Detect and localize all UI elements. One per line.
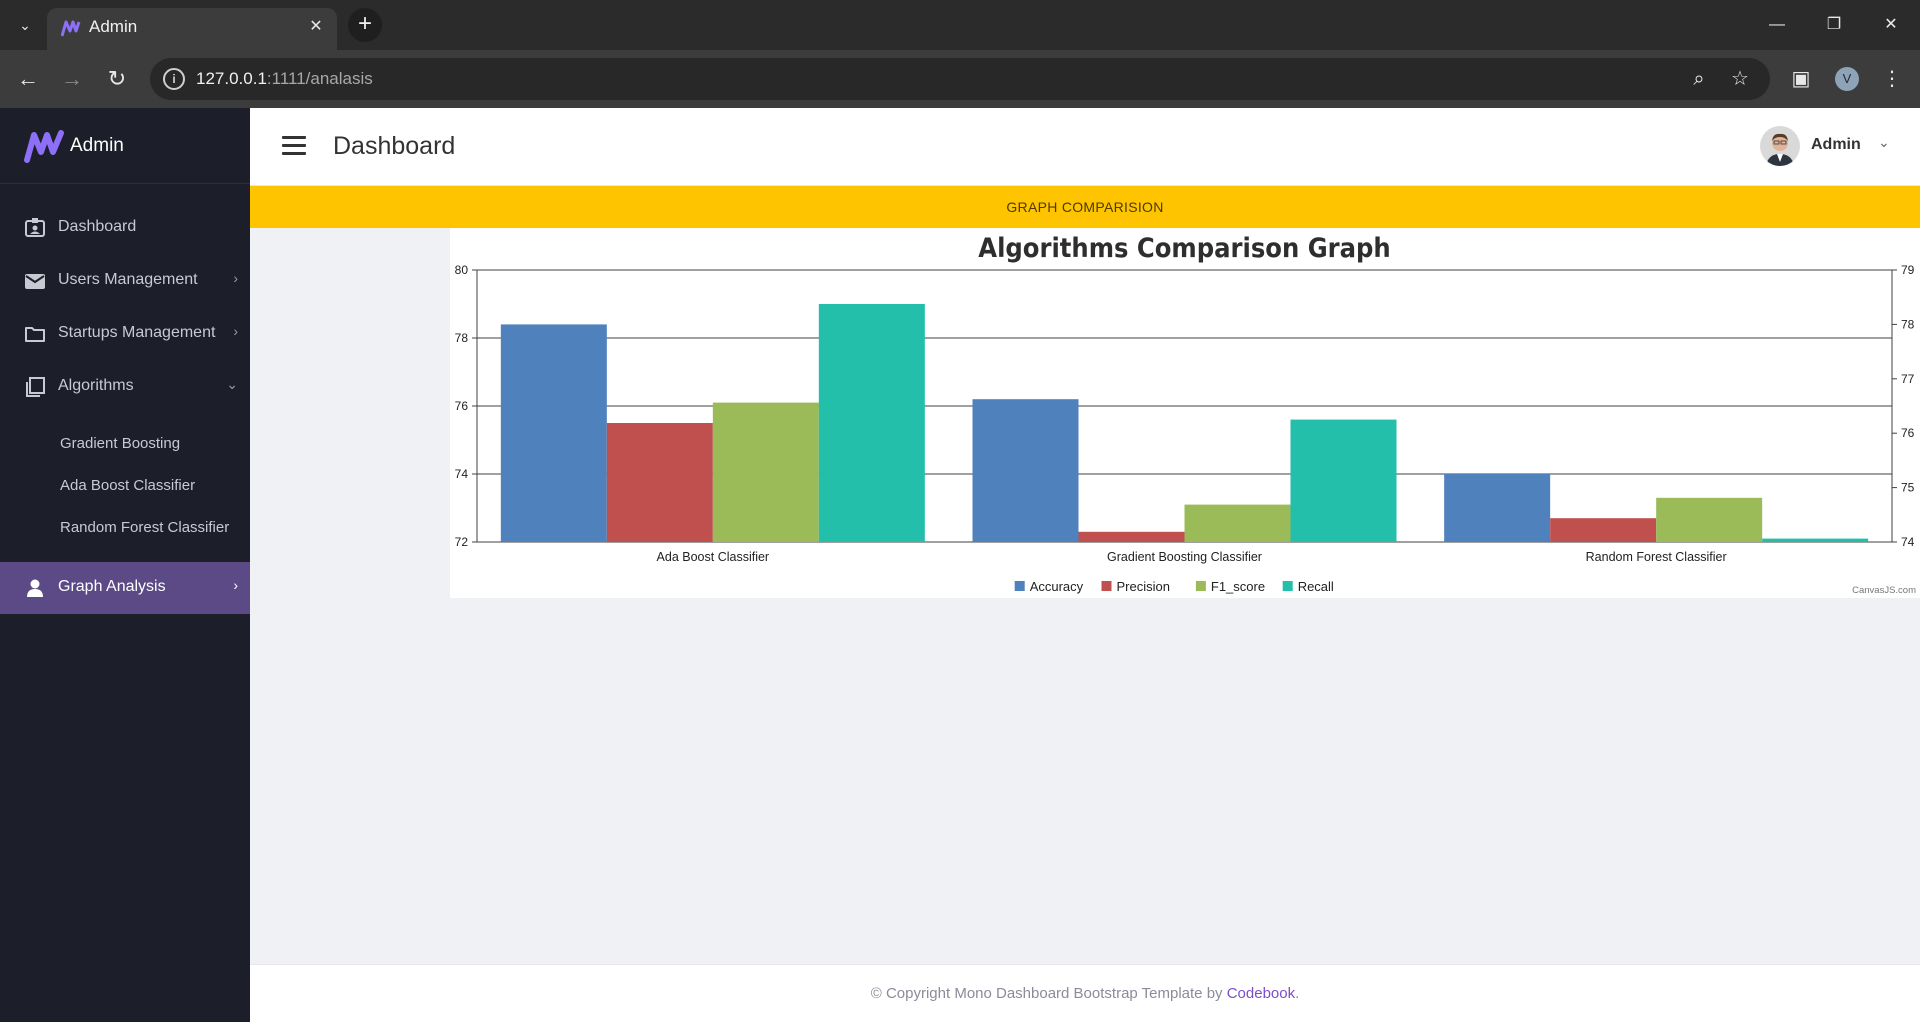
- sidebar-item-label: Algorithms: [58, 377, 134, 394]
- bar-f1-score: [1656, 497, 1763, 542]
- legend-label: Precision: [1117, 579, 1170, 594]
- mono-logo-icon: [24, 130, 64, 163]
- y2-tick-label: 76: [1901, 426, 1915, 440]
- chart-credit: CanvasJS.com: [1852, 585, 1916, 596]
- bookmark-star-icon[interactable]: ☆: [1728, 67, 1752, 91]
- user-name[interactable]: Admin: [1811, 136, 1861, 154]
- sidebar-subitem-ada-boost[interactable]: Ada Boost Classifier: [60, 477, 195, 494]
- y-tick-label: 74: [455, 467, 469, 481]
- y2-tick-label: 78: [1901, 317, 1915, 331]
- tab-close-icon[interactable]: ✕: [305, 16, 327, 38]
- x-category-label: Gradient Boosting Classifier: [1107, 550, 1262, 564]
- y2-tick-label: 77: [1901, 372, 1915, 386]
- sidebar-item-label: Startups Management: [58, 324, 216, 341]
- x-category-label: Random Forest Classifier: [1586, 550, 1727, 564]
- chevron-down-icon: ⌄: [226, 376, 238, 392]
- restore-icon[interactable]: ❐: [1820, 12, 1848, 38]
- bar-f1-score: [712, 402, 819, 542]
- copy-icon: [26, 377, 45, 397]
- zoom-icon[interactable]: ⌕: [1687, 67, 1711, 91]
- y-tick-label: 76: [455, 399, 469, 413]
- legend-swatch: [1101, 581, 1112, 591]
- envelope-icon: [25, 274, 45, 289]
- top-header: Dashboard Admin ⌄: [250, 108, 1920, 186]
- bar-accuracy: [972, 399, 1079, 542]
- sidebar-item-label: Graph Analysis: [58, 578, 166, 595]
- chevron-right-icon: ›: [233, 577, 238, 593]
- brand-name: Admin: [70, 135, 124, 156]
- bar-f1-score: [1184, 504, 1291, 542]
- chevron-right-icon: ›: [233, 270, 238, 286]
- bar-precision: [1078, 531, 1185, 542]
- legend-label: Accuracy: [1030, 579, 1084, 594]
- user-icon: [27, 579, 43, 597]
- sidebar-subitem-random-forest[interactable]: Random Forest Classifier: [60, 519, 229, 536]
- chart-container: Algorithms Comparison Graph 72 74 76 78 80 74 7…: [450, 228, 1920, 598]
- footer-copyright: © Copyright Mono Dashboard Bootstrap Tem…: [870, 985, 1300, 1002]
- y2-tick-label: 74: [1901, 535, 1915, 549]
- browser-toolbar: ← → ↻ i 127.0.0.1:1111/analasis ⌕ ☆ ▣ V …: [0, 50, 1920, 108]
- brand[interactable]: Admin: [0, 108, 250, 184]
- graph-banner: GRAPH COMPARISION: [250, 186, 1920, 228]
- sidebar-subitem-gradient-boosting[interactable]: Gradient Boosting: [60, 435, 180, 452]
- legend-swatch: [1195, 581, 1206, 591]
- bar-recall: [1762, 538, 1869, 542]
- chart-title: Algorithms Comparison Graph: [978, 233, 1390, 264]
- side-panel-icon[interactable]: ▣: [1789, 67, 1813, 91]
- sidebar-item-users-management[interactable]: Users Management ›: [0, 255, 250, 307]
- page-title: Dashboard: [333, 132, 456, 160]
- bar-precision: [606, 423, 713, 542]
- sidebar-item-startups-management[interactable]: Startups Management ›: [0, 308, 250, 360]
- profile-avatar[interactable]: V: [1835, 67, 1859, 91]
- folder-icon: [25, 327, 45, 342]
- hamburger-menu-icon[interactable]: [282, 136, 306, 156]
- forward-arrow-icon[interactable]: →: [57, 64, 87, 94]
- y-tick-label: 72: [455, 535, 469, 549]
- legend-swatch: [1014, 581, 1025, 591]
- sidebar-item-label: Users Management: [58, 271, 198, 288]
- bar-recall: [818, 304, 925, 542]
- mono-logo-favicon-icon: [61, 20, 81, 37]
- x-category-label: Ada Boost Classifier: [657, 550, 770, 564]
- legend-label: F1_score: [1211, 579, 1265, 594]
- browser-menu-icon[interactable]: ⋮: [1880, 67, 1904, 91]
- reload-icon[interactable]: ↻: [102, 64, 132, 94]
- site-info-icon[interactable]: i: [163, 68, 185, 90]
- bar-accuracy: [1444, 474, 1551, 542]
- avatar[interactable]: [1760, 126, 1800, 166]
- footer: © Copyright Mono Dashboard Bootstrap Tem…: [250, 964, 1920, 1022]
- sidebar-item-label: Dashboard: [58, 218, 137, 235]
- sidebar: Admin Dashboard Users Management › Start…: [0, 108, 250, 1022]
- main-content: GRAPH COMPARISION Algorithms Comparison …: [250, 186, 1920, 964]
- algorithms-comparison-chart: Algorithms Comparison Graph 72 74 76 78 80 74 7…: [455, 233, 1916, 596]
- sidebar-item-graph-analysis[interactable]: Graph Analysis ›: [0, 562, 250, 614]
- legend-label: Recall: [1298, 579, 1334, 594]
- url-text[interactable]: 127.0.0.1:1111/analasis: [196, 69, 373, 89]
- minimize-icon[interactable]: —: [1763, 12, 1791, 38]
- y-tick-label: 78: [455, 331, 469, 345]
- sidebar-item-dashboard[interactable]: Dashboard: [0, 202, 250, 254]
- bar-recall: [1290, 419, 1397, 542]
- browser-tabstrip: ⌄ Admin ✕ + — ❐ ✕: [0, 0, 1920, 50]
- dashboard-icon: [25, 218, 45, 237]
- y2-tick-label: 75: [1901, 481, 1915, 495]
- y-tick-label: 80: [455, 263, 469, 277]
- legend-swatch: [1282, 581, 1293, 591]
- bar-precision: [1550, 518, 1657, 542]
- address-bar[interactable]: i 127.0.0.1:1111/analasis ⌕ ☆: [150, 58, 1770, 100]
- bar-accuracy: [500, 324, 607, 542]
- new-tab-button[interactable]: +: [348, 8, 382, 42]
- y2-tick-label: 79: [1901, 263, 1915, 277]
- tab-search-chevron-icon[interactable]: ⌄: [14, 14, 36, 36]
- tab-title: Admin: [89, 17, 138, 36]
- chevron-right-icon: ›: [233, 323, 238, 339]
- footer-link-codebook[interactable]: Codebook: [1227, 985, 1295, 1002]
- window-close-icon[interactable]: ✕: [1877, 12, 1905, 38]
- browser-tab[interactable]: Admin ✕: [47, 8, 337, 50]
- chevron-down-icon[interactable]: ⌄: [1878, 134, 1890, 151]
- sidebar-item-algorithms[interactable]: Algorithms ⌄: [0, 361, 250, 413]
- back-arrow-icon[interactable]: ←: [13, 64, 43, 94]
